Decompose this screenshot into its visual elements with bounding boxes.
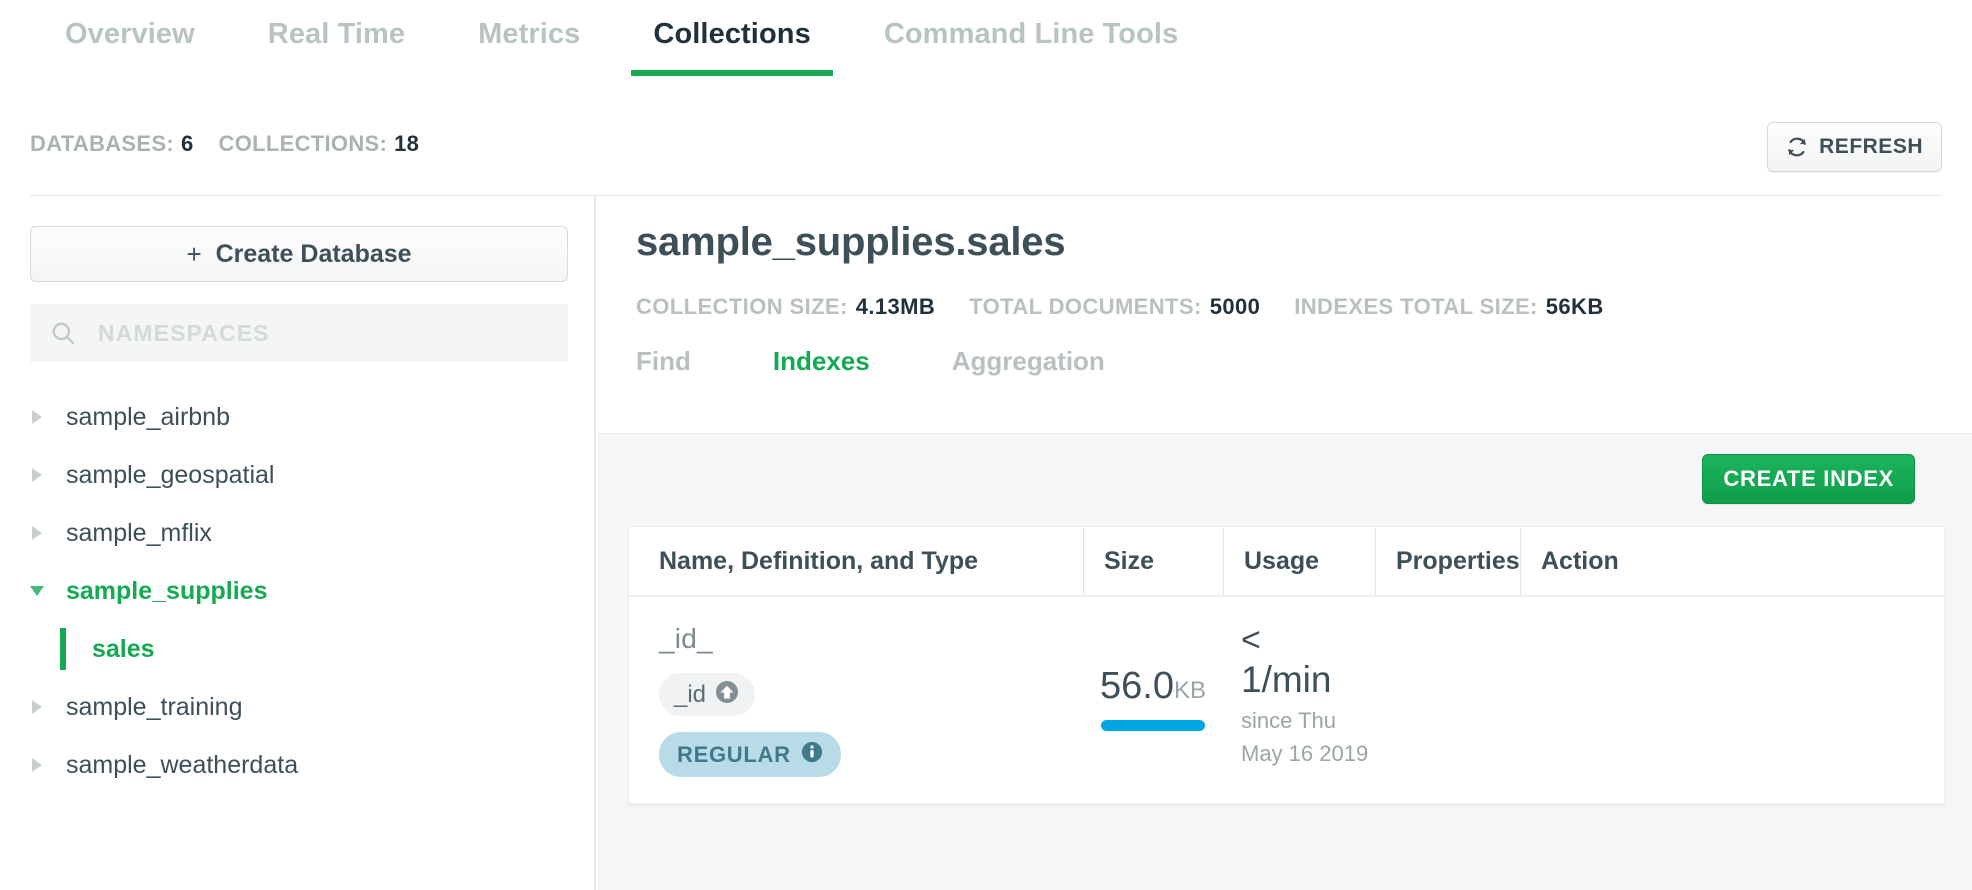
databases-label: DATABASES: — [30, 131, 174, 157]
index-name-cell: _id_ _id — [659, 619, 1083, 777]
chevron-right-icon[interactable] — [26, 464, 48, 486]
sidebar-item-label: sample_mflix — [66, 519, 212, 548]
selected-indicator — [60, 628, 66, 670]
database-stats-bar: DATABASES: 6 COLLECTIONS: 18 REFRESH — [0, 92, 1972, 196]
refresh-label: REFRESH — [1819, 135, 1923, 159]
collection-stats: COLLECTION SIZE: 4.13MB TOTAL DOCUMENTS:… — [636, 294, 1604, 320]
namespaces-search-placeholder: NAMESPACES — [98, 320, 270, 347]
tab-real-time[interactable]: Real Time — [268, 20, 405, 73]
index-size-cell: 56.0KB — [1083, 619, 1223, 731]
collection-size-stat: COLLECTION SIZE: 4.13MB — [636, 294, 935, 320]
sidebar-item-label: sample_supplies — [66, 577, 267, 606]
sidebar-item-label: sample_geospatial — [66, 461, 274, 490]
collections-count: COLLECTIONS: 18 — [219, 131, 420, 157]
sidebar-item-label: sample_weatherdata — [66, 751, 298, 780]
info-icon[interactable] — [801, 741, 823, 768]
main-panel: sample_supplies.sales COLLECTION SIZE: 4… — [598, 196, 1972, 890]
usage-rate: 1/min — [1241, 659, 1375, 702]
tab-metrics[interactable]: Metrics — [478, 20, 580, 73]
chevron-right-icon[interactable] — [26, 696, 48, 718]
tab-indexes[interactable]: Indexes — [773, 346, 870, 377]
sidebar-item-sample-weatherdata[interactable]: sample_weatherdata — [0, 736, 596, 794]
indexes-table: Name, Definition, and Type Size Usage Pr… — [628, 526, 1945, 805]
arrow-up-circle-icon — [715, 680, 739, 709]
total-documents-stat: TOTAL DOCUMENTS: 5000 — [969, 294, 1260, 320]
sidebar-item-sample-airbnb[interactable]: sample_airbnb — [0, 388, 596, 446]
collection-size-value: 4.13MB — [856, 294, 935, 320]
tab-aggregation[interactable]: Aggregation — [952, 346, 1105, 377]
namespaces-search-input[interactable]: NAMESPACES — [30, 304, 568, 362]
sidebar-item-sample-mflix[interactable]: sample_mflix — [0, 504, 596, 562]
collection-tabs: Find Indexes Aggregation — [636, 346, 1105, 377]
databases-value: 6 — [181, 131, 194, 157]
create-index-button[interactable]: CREATE INDEX — [1702, 454, 1915, 504]
table-row: _id_ _id — [629, 597, 1944, 804]
tab-find[interactable]: Find — [636, 346, 691, 377]
tab-overview[interactable]: Overview — [65, 20, 195, 73]
databases-count: DATABASES: 6 — [30, 131, 194, 157]
column-header-action[interactable]: Action — [1520, 527, 1640, 595]
chevron-down-icon[interactable] — [26, 580, 48, 602]
collections-value: 18 — [394, 131, 419, 157]
index-type-label: REGULAR — [677, 742, 791, 768]
page-title: sample_supplies.sales — [636, 220, 1065, 265]
index-field-name: _id — [674, 681, 706, 709]
usage-since-line-1: since Thu — [1241, 706, 1375, 736]
sidebar-item-label: sample_training — [66, 693, 243, 722]
index-type-badge: REGULAR — [659, 732, 841, 777]
chevron-right-icon[interactable] — [26, 522, 48, 544]
sidebar-item-label: sample_airbnb — [66, 403, 230, 432]
indexes-total-size-value: 56KB — [1546, 294, 1604, 320]
index-size-bar — [1101, 720, 1205, 731]
sidebar-item-sample-training[interactable]: sample_training — [0, 678, 596, 736]
chevron-right-icon[interactable] — [26, 754, 48, 776]
indexes-total-size-stat: INDEXES TOTAL SIZE: 56KB — [1294, 294, 1603, 320]
usage-since-line-2: May 16 2019 — [1241, 739, 1375, 769]
index-field-pill: _id — [659, 673, 755, 716]
refresh-icon — [1786, 136, 1808, 158]
refresh-button[interactable]: REFRESH — [1767, 122, 1942, 172]
column-header-name[interactable]: Name, Definition, and Type — [659, 527, 1083, 595]
top-navigation-tabs: Overview Real Time Metrics Collections C… — [30, 0, 1942, 95]
index-size-unit: KB — [1174, 677, 1206, 704]
create-database-button[interactable]: + Create Database — [30, 226, 568, 282]
indexes-panel: CREATE INDEX Name, Definition, and Type … — [598, 434, 1972, 890]
column-header-size[interactable]: Size — [1083, 527, 1223, 595]
search-icon — [50, 320, 76, 346]
tab-command-line-tools[interactable]: Command Line Tools — [884, 20, 1179, 73]
index-name: _id_ — [659, 623, 1083, 655]
index-size-value: 56.0 — [1100, 665, 1174, 707]
sidebar: + Create Database NAMESPACES sample_airb… — [0, 196, 596, 890]
collections-label: COLLECTIONS: — [219, 131, 388, 157]
total-documents-label: TOTAL DOCUMENTS: — [969, 294, 1202, 320]
sidebar-item-sample-supplies[interactable]: sample_supplies — [0, 562, 596, 620]
indexes-total-size-label: INDEXES TOTAL SIZE: — [1294, 294, 1538, 320]
chevron-right-icon[interactable] — [26, 406, 48, 428]
plus-icon: + — [186, 241, 201, 267]
column-header-usage[interactable]: Usage — [1223, 527, 1375, 595]
sidebar-collection-sales[interactable]: sales — [0, 620, 596, 678]
create-index-label: CREATE INDEX — [1723, 466, 1894, 492]
create-database-label: Create Database — [216, 240, 412, 269]
index-usage-cell: < 1/min since Thu May 16 2019 — [1223, 619, 1375, 769]
collection-header: sample_supplies.sales COLLECTION SIZE: 4… — [598, 196, 1972, 434]
sidebar-item-sample-geospatial[interactable]: sample_geospatial — [0, 446, 596, 504]
tab-collections[interactable]: Collections — [653, 20, 810, 73]
top-navigation-bar: Overview Real Time Metrics Collections C… — [0, 0, 1972, 92]
total-documents-value: 5000 — [1210, 294, 1261, 320]
collection-size-label: COLLECTION SIZE: — [636, 294, 848, 320]
table-header-row: Name, Definition, and Type Size Usage Pr… — [629, 527, 1944, 597]
usage-comparator: < — [1241, 623, 1375, 657]
sidebar-collection-label: sales — [92, 635, 155, 664]
database-tree: sample_airbnb sample_geospatial sample_m… — [0, 388, 596, 794]
column-header-properties[interactable]: Properties — [1375, 527, 1520, 595]
database-stats-inner: DATABASES: 6 COLLECTIONS: 18 — [30, 92, 1942, 196]
